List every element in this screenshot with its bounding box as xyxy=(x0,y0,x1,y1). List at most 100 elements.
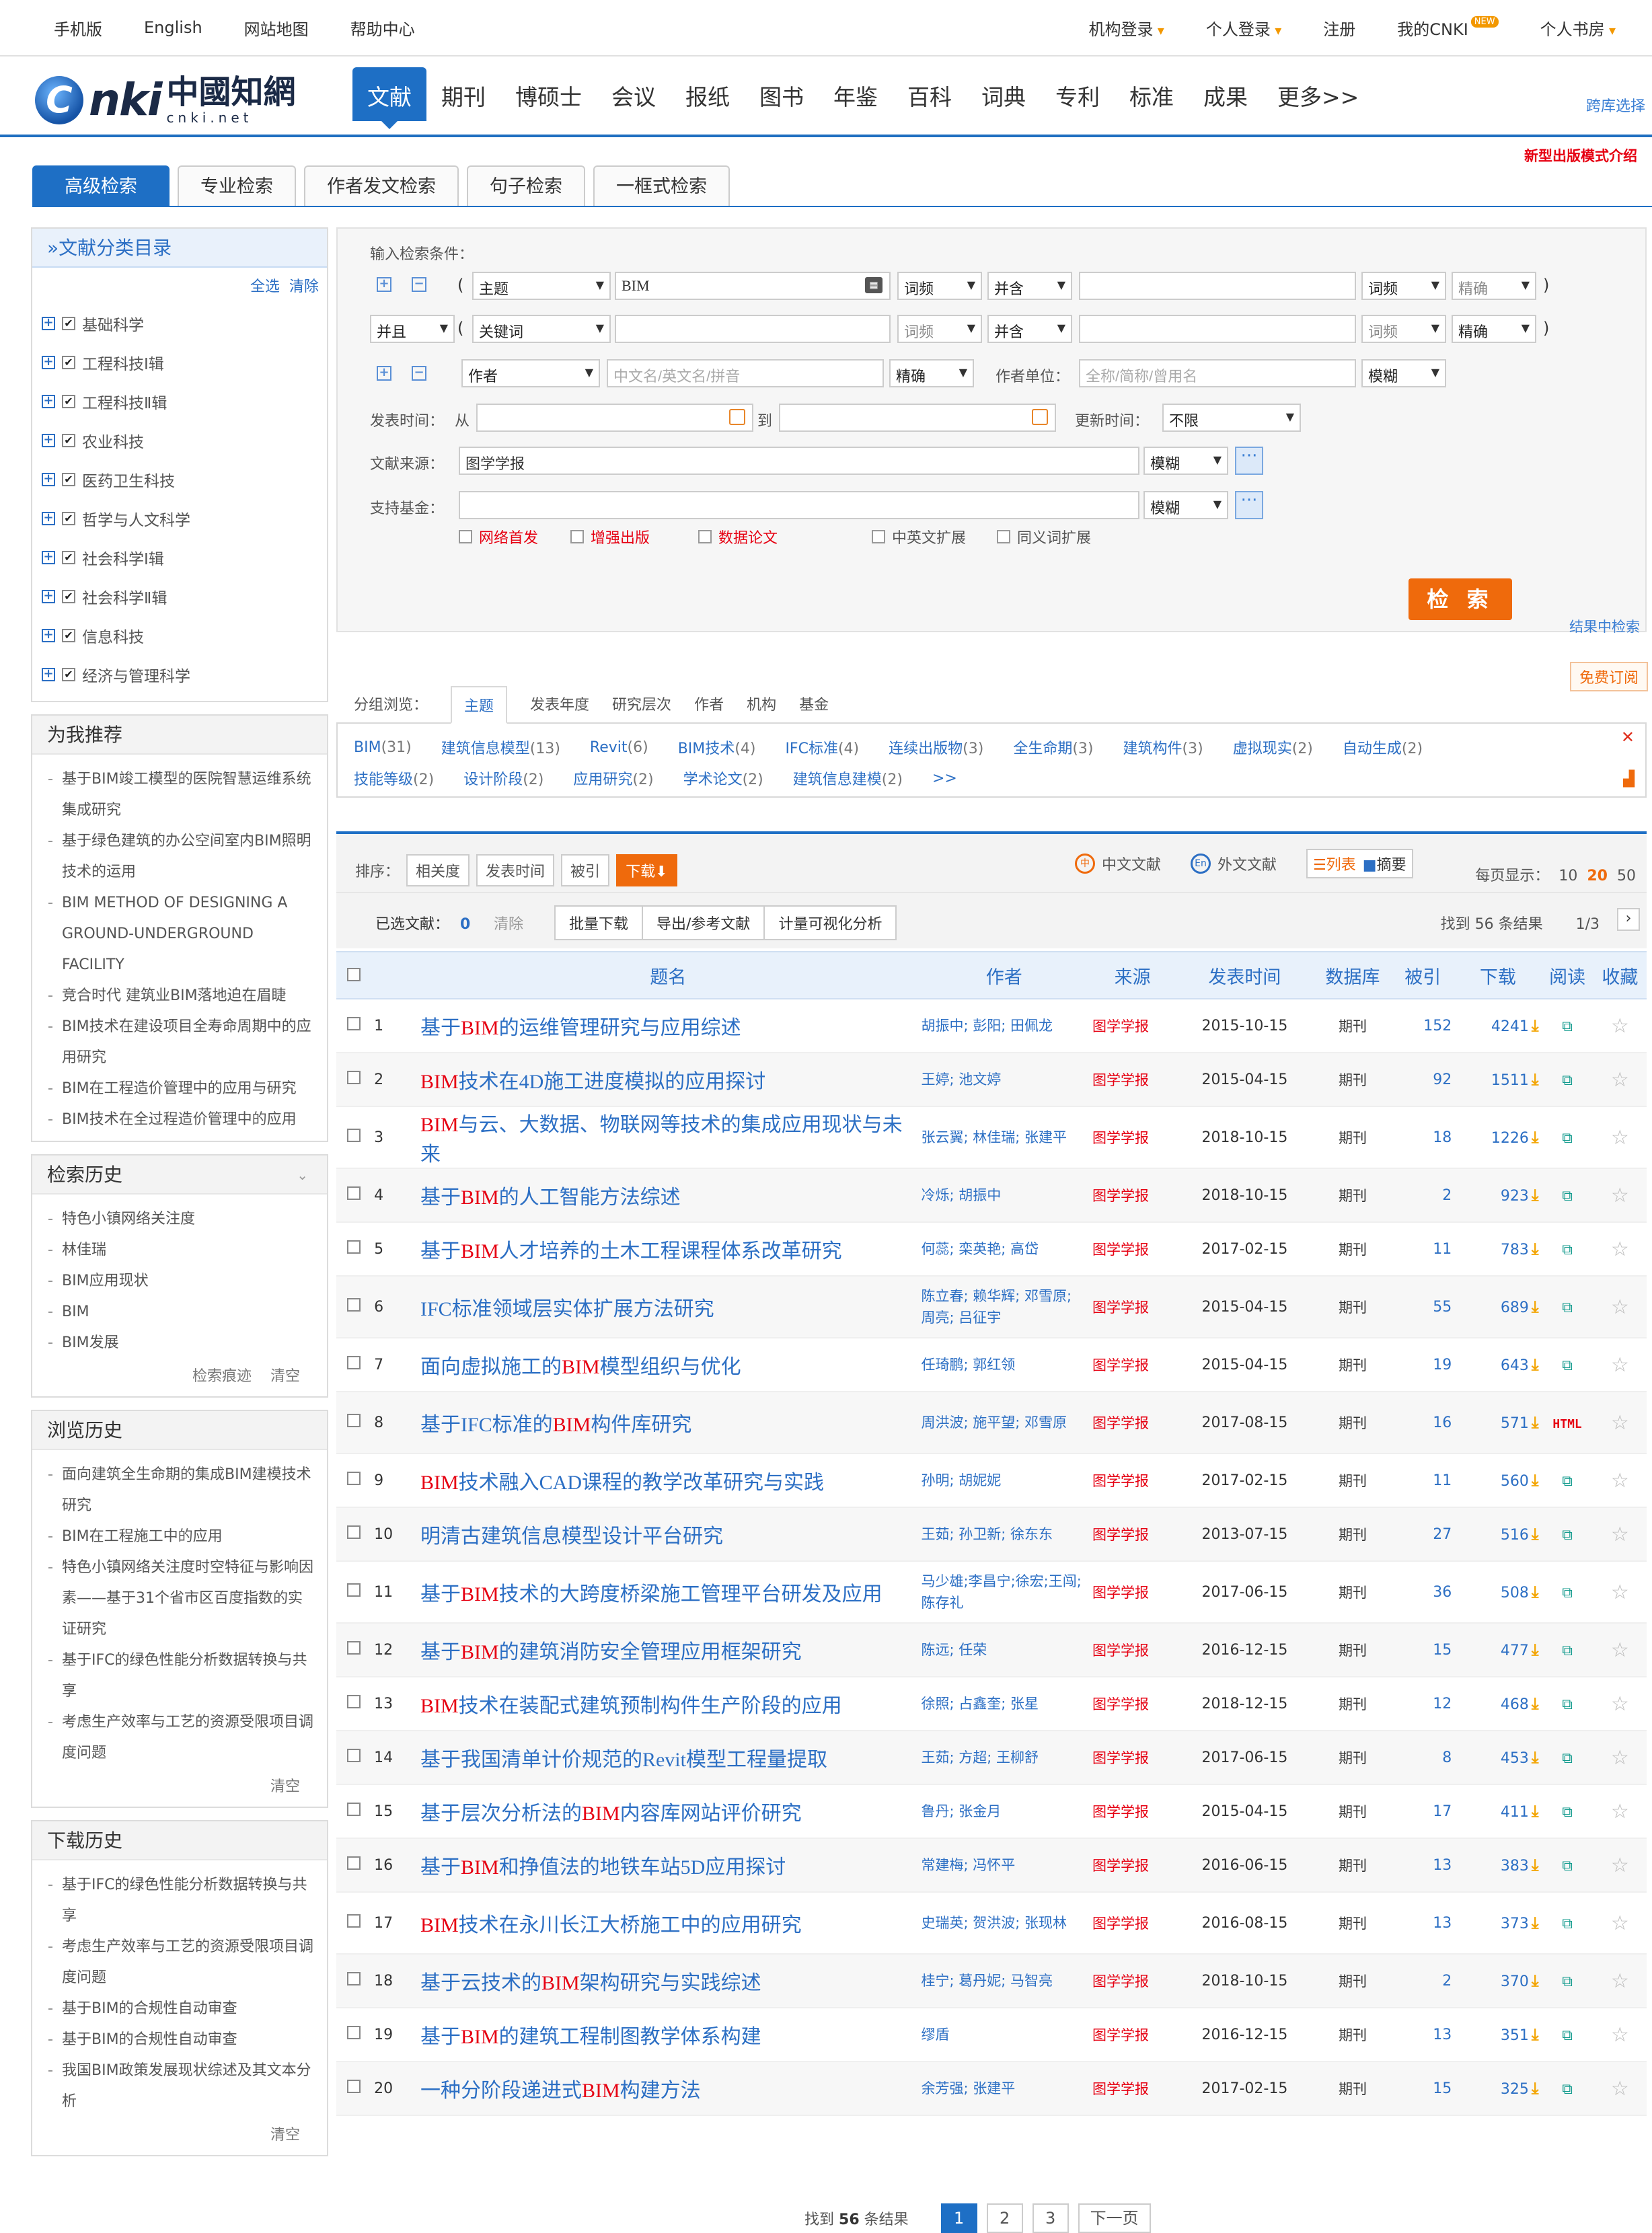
freq-select-1[interactable]: 词频 xyxy=(897,272,982,300)
paper-title-link[interactable]: 基于IFC标准的BIM构件库研究 xyxy=(417,1392,919,1454)
chinese-docs-toggle[interactable]: 中中文文献 xyxy=(1075,853,1161,874)
download-history-item[interactable]: 基于BIM的合规性自动审查 xyxy=(48,2024,313,2055)
cited-count-link[interactable]: 19 xyxy=(1391,1338,1455,1392)
cited-count-link[interactable]: 2 xyxy=(1391,1954,1455,2008)
nav-item-0[interactable]: 文献 xyxy=(352,67,426,129)
authors-cell[interactable]: 王茹; 方超; 王柳舒 xyxy=(918,1731,1090,1785)
category-item[interactable]: + ✔ 工程科技Ⅱ辑 xyxy=(42,382,327,421)
download-icon[interactable]: ⤓ xyxy=(1532,1240,1539,1258)
search-in-results-link[interactable]: 结果中检索 xyxy=(1569,616,1640,636)
paper-title-link[interactable]: 基于BIM和挣值法的地铁车站5D应用探讨 xyxy=(417,1838,919,1893)
tab-search-3[interactable]: 句子检索 xyxy=(467,165,585,207)
date-from-input[interactable] xyxy=(476,404,753,432)
book-icon[interactable]: ⧉ xyxy=(1562,1973,1573,1990)
option-checkbox[interactable] xyxy=(997,530,1010,543)
search-trace-link[interactable]: 检索痕迹 xyxy=(192,1368,252,1385)
nav-item-5[interactable]: 图书 xyxy=(745,67,819,121)
category-item[interactable]: + ✔ 医药卫生科技 xyxy=(42,460,327,499)
group-item[interactable]: 学术论文(2) xyxy=(683,767,763,789)
download-icon[interactable]: ⤓ xyxy=(1532,1355,1539,1374)
paper-title-link[interactable]: BIM与云、大数据、物联网等技术的集成应用现状与未来 xyxy=(417,1106,919,1169)
favorite-star-icon[interactable]: ☆ xyxy=(1593,1677,1647,1731)
row-checkbox[interactable] xyxy=(347,1298,361,1312)
th-cited[interactable]: 被引 xyxy=(1391,951,1455,999)
top-right-link-4[interactable]: 个人书房 xyxy=(1540,16,1616,40)
option-checkbox[interactable] xyxy=(698,530,712,543)
nav-item-4[interactable]: 报纸 xyxy=(671,67,745,121)
row-checkbox[interactable] xyxy=(347,1856,361,1870)
group-tab-4[interactable]: 机构 xyxy=(747,693,776,714)
collapse-chevron-icon[interactable]: ⌄ xyxy=(297,1156,308,1195)
download-cell[interactable]: 508 ⤓ xyxy=(1454,1561,1542,1624)
date-to-input[interactable] xyxy=(779,404,1056,432)
favorite-star-icon[interactable]: ☆ xyxy=(1593,1392,1647,1454)
nav-item-8[interactable]: 词典 xyxy=(967,67,1041,121)
favorite-star-icon[interactable]: ☆ xyxy=(1593,2061,1647,2116)
top-link-2[interactable]: 网站地图 xyxy=(244,16,309,40)
category-item[interactable]: + ✔ 经济与管理科学 xyxy=(42,655,327,694)
favorite-star-icon[interactable]: ☆ xyxy=(1593,1276,1647,1338)
row-checkbox[interactable] xyxy=(347,1803,361,1816)
source-picker-button[interactable]: ··· xyxy=(1235,447,1263,475)
authors-cell[interactable]: 徐照; 占鑫奎; 张星 xyxy=(918,1677,1090,1731)
paper-title-link[interactable]: 基于BIM的建筑消防安全管理应用框架研究 xyxy=(417,1623,919,1677)
download-cell[interactable]: 1226 ⤓ xyxy=(1454,1106,1542,1169)
per-page-10[interactable]: 10 xyxy=(1559,868,1577,884)
download-cell[interactable]: 373 ⤓ xyxy=(1454,1892,1542,1955)
select-all-checkbox[interactable] xyxy=(336,951,372,999)
group-tab-5[interactable]: 基金 xyxy=(799,693,829,714)
source-link[interactable]: 图学学报 xyxy=(1089,1623,1176,1677)
next-page-button[interactable]: 下一页 xyxy=(1078,2203,1151,2233)
favorite-star-icon[interactable]: ☆ xyxy=(1593,1838,1647,1893)
download-cell[interactable]: 477 ⤓ xyxy=(1454,1623,1542,1677)
download-cell[interactable]: 923 ⤓ xyxy=(1454,1168,1542,1223)
book-icon[interactable]: ⧉ xyxy=(1562,1804,1573,1821)
author-field-select[interactable]: 作者 xyxy=(461,359,600,387)
book-icon[interactable]: ⧉ xyxy=(1562,1072,1573,1089)
category-checkbox[interactable]: ✔ xyxy=(62,473,75,486)
source-link[interactable]: 图学学报 xyxy=(1089,1106,1176,1169)
sort-download-button[interactable]: 下载⬇ xyxy=(616,854,677,886)
logic-select-1[interactable]: 并含 xyxy=(987,272,1072,300)
batch-op-1[interactable]: 导出/参考文献 xyxy=(642,905,765,940)
category-checkbox[interactable]: ✔ xyxy=(62,434,75,447)
read-cell[interactable]: ⧉ xyxy=(1541,2008,1593,2062)
category-item[interactable]: + ✔ 社会科学Ⅰ辑 xyxy=(42,538,327,577)
read-cell[interactable]: ⧉ xyxy=(1541,1222,1593,1277)
download-icon[interactable]: ⤓ xyxy=(1532,1016,1539,1035)
read-cell[interactable]: ⧉ xyxy=(1541,1106,1593,1169)
top-link-1[interactable]: English xyxy=(144,18,202,37)
category-item[interactable]: + ✔ 信息科技 xyxy=(42,616,327,655)
category-checkbox[interactable]: ✔ xyxy=(62,395,75,408)
book-icon[interactable]: ⧉ xyxy=(1562,1188,1573,1205)
source-link[interactable]: 图学学报 xyxy=(1089,2061,1176,2116)
category-item[interactable]: + ✔ 社会科学Ⅱ辑 xyxy=(42,577,327,616)
favorite-star-icon[interactable]: ☆ xyxy=(1593,1784,1647,1839)
search-button[interactable]: 检 索 xyxy=(1409,578,1512,620)
read-cell[interactable]: ⧉ xyxy=(1541,999,1593,1053)
tab-search-4[interactable]: 一框式检索 xyxy=(593,165,730,207)
source-link[interactable]: 图学学报 xyxy=(1089,2008,1176,2062)
group-item[interactable]: 全生命期(3) xyxy=(1013,736,1093,758)
cited-count-link[interactable]: 55 xyxy=(1391,1276,1455,1338)
cited-count-link[interactable]: 27 xyxy=(1391,1507,1455,1562)
expand-icon[interactable]: + xyxy=(42,668,55,681)
favorite-star-icon[interactable]: ☆ xyxy=(1593,999,1647,1053)
download-cell[interactable]: 4241 ⤓ xyxy=(1454,999,1542,1053)
authors-cell[interactable]: 张云翼; 林佳瑞; 张建平 xyxy=(918,1106,1090,1169)
option-1[interactable]: 增强出版 xyxy=(570,526,650,547)
read-cell[interactable]: ⧉ xyxy=(1541,1507,1593,1562)
source-link[interactable]: 图学学报 xyxy=(1089,1168,1176,1223)
book-icon[interactable]: ⧉ xyxy=(1562,1916,1573,1932)
freq-select-2b[interactable]: 词频 xyxy=(1361,315,1446,343)
expand-icon[interactable]: + xyxy=(42,590,55,603)
option-0[interactable]: 网络首发 xyxy=(459,526,538,547)
download-icon[interactable]: ⤓ xyxy=(1532,1128,1539,1147)
download-cell[interactable]: 453 ⤓ xyxy=(1454,1731,1542,1785)
paper-title-link[interactable]: 基于BIM的建筑工程制图教学体系构建 xyxy=(417,2008,919,2062)
cited-count-link[interactable]: 36 xyxy=(1391,1561,1455,1624)
category-checkbox[interactable]: ✔ xyxy=(62,551,75,564)
cited-count-link[interactable]: 13 xyxy=(1391,1838,1455,1893)
download-history-item[interactable]: 基于BIM的合规性自动审查 xyxy=(48,1994,313,2024)
download-cell[interactable]: 560 ⤓ xyxy=(1454,1453,1542,1508)
